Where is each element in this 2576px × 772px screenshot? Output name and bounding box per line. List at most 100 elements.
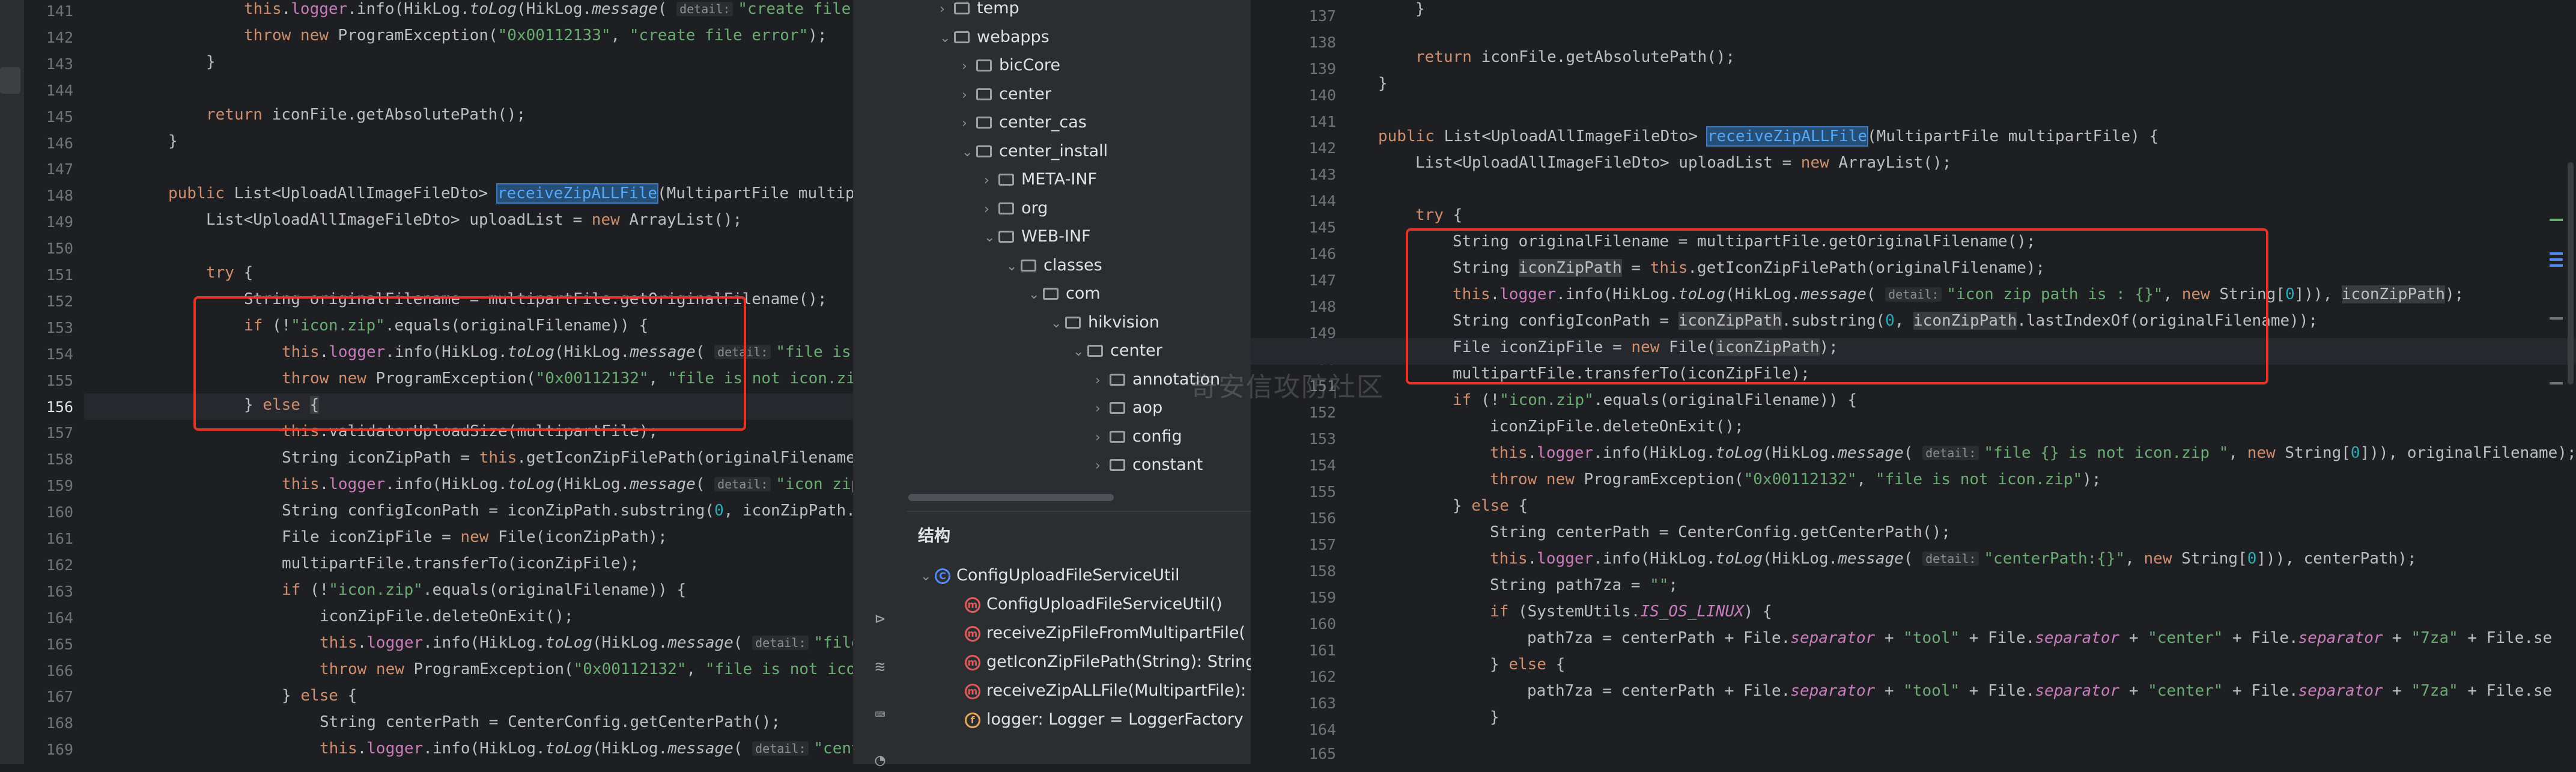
chevron-right-icon[interactable]: › (1095, 401, 1110, 416)
annotation-box-left (193, 296, 746, 431)
chevron-right-icon[interactable]: › (962, 88, 976, 103)
line-number: 145 (1308, 219, 1336, 236)
code-line-141: this.logger.info(HikLog.toLog(HikLog.mes… (244, 0, 851, 18)
tree-item[interactable]: ⌄ classes (1006, 256, 1102, 275)
line-number: 142 (46, 28, 73, 46)
structure-class[interactable]: ⌄ C ConfigUploadFileServiceUtil (920, 566, 1180, 585)
structure-member[interactable]: m receiveZipFileFromMultipartFile( (965, 624, 1245, 642)
chevron-down-icon[interactable]: ⌄ (940, 31, 954, 46)
chevron-down-icon[interactable]: ⌄ (1073, 344, 1087, 359)
code-line-159: this.logger.info(HikLog.toLog(HikLog.mes… (282, 475, 853, 493)
line-number: 146 (1308, 245, 1336, 263)
method-icon: m (965, 597, 980, 613)
code-line-163: if (!"icon.zip".equals(originalFilename)… (282, 581, 687, 599)
folder-icon (976, 117, 992, 129)
editor-scrollbar-thumb[interactable] (2568, 162, 2574, 384)
line-number: 157 (46, 424, 73, 442)
structure-member-label: receiveZipFileFromMultipartFile( (986, 624, 1245, 642)
tree-item-label: temp (977, 0, 1019, 17)
rcode-line-154: this.logger.info(HikLog.toLog(HikLog.mes… (1490, 444, 2576, 462)
line-number: 152 (46, 292, 73, 310)
structure-member[interactable]: f logger: Logger = LoggerFactory (965, 710, 1244, 729)
chevron-right-icon[interactable]: › (1095, 458, 1110, 473)
line-number: 157 (1308, 536, 1336, 553)
chevron-right-icon[interactable]: › (962, 59, 976, 74)
line-number: 144 (46, 81, 73, 99)
chevron-right-icon[interactable]: › (1095, 430, 1110, 445)
tree-item[interactable]: › org (984, 199, 1048, 217)
chevron-right-icon[interactable]: › (984, 202, 998, 217)
folder-icon (976, 88, 992, 100)
chevron-down-icon[interactable]: ⌄ (1006, 259, 1021, 274)
tree-item[interactable]: ⌄ center_install (962, 142, 1108, 160)
line-number: 143 (46, 55, 73, 73)
rcode-line-156: } else { (1453, 497, 1528, 515)
chevron-down-icon[interactable]: ⌄ (920, 569, 935, 584)
chevron-right-icon[interactable]: › (984, 173, 998, 188)
tree-item[interactable]: › center (962, 85, 1051, 103)
line-number: 145 (46, 108, 73, 126)
chevron-right-icon[interactable]: › (940, 2, 954, 17)
rcode-line-163: path7za = centerPath + File.separator + … (1527, 682, 2553, 700)
problems-icon[interactable]: ◔ (868, 748, 892, 772)
rcode-line-153: iconZipFile.deleteOnExit(); (1490, 418, 1744, 436)
tree-scrollbar[interactable] (908, 494, 1114, 501)
tree-item[interactable]: › aop (1095, 398, 1162, 417)
chevron-right-icon[interactable]: › (1095, 373, 1110, 388)
chevron-right-icon[interactable]: › (962, 116, 976, 131)
folder-icon (998, 231, 1014, 243)
structure-member[interactable]: m receiveZipALLFile(MultipartFile): (965, 681, 1246, 700)
layers-icon[interactable]: ≋ (868, 655, 892, 679)
tree-item[interactable]: ⌄ center (1073, 341, 1162, 360)
chevron-down-icon[interactable]: ⌄ (1028, 287, 1043, 302)
strip-marker (0, 67, 20, 94)
field-icon: f (965, 713, 980, 728)
tree-item[interactable]: ⌄ hikvision (1051, 313, 1159, 332)
line-number: 161 (1308, 642, 1336, 659)
folder-icon (1021, 259, 1036, 272)
folder-icon (1065, 316, 1081, 329)
left-code-editor[interactable]: 141 142 143 144 145 146 147 148 149 150 151 152 153 1… (24, 0, 853, 764)
code-line-168: String centerPath = CenterConfig.getCent… (320, 713, 781, 731)
code-line-161: File iconZipFile = new File(iconZipPath)… (282, 528, 667, 546)
tree-item[interactable]: › constant (1095, 455, 1203, 474)
code-line-169: this.logger.info(HikLog.toLog(HikLog.mes… (320, 740, 853, 758)
tree-item[interactable]: › center_cas (962, 113, 1087, 132)
structure-member[interactable]: m ConfigUploadFileServiceUtil() (965, 595, 1223, 613)
structure-member[interactable]: m getIconZipFilePath(String): String (965, 652, 1251, 671)
chevron-down-icon[interactable]: ⌄ (984, 230, 998, 245)
chevron-down-icon[interactable]: ⌄ (962, 145, 976, 160)
method-icon: m (965, 684, 980, 699)
structure-class-name: ConfigUploadFileServiceUtil (956, 566, 1180, 585)
chevron-down-icon[interactable]: ⌄ (1051, 316, 1065, 331)
code-line-160: String configIconPath = iconZipPath.subs… (282, 502, 853, 520)
line-number: 164 (46, 609, 73, 627)
right-code-editor[interactable]: 137 138 139 140 141 142 143 144 145 146 147 148 149 1… (1251, 0, 2576, 764)
line-number: 162 (46, 556, 73, 574)
services-icon[interactable]: ⊳ (868, 607, 892, 631)
line-number: 146 (46, 134, 73, 152)
terminal-icon[interactable]: ⌨ (868, 703, 892, 727)
folder-icon (954, 2, 970, 14)
structure-member-label: ConfigUploadFileServiceUtil() (986, 595, 1223, 613)
line-number: 165 (46, 635, 73, 653)
line-number: 151 (46, 266, 73, 284)
rcode-line-139: return iconFile.getAbsolutePath(); (1415, 48, 1736, 66)
tree-item[interactable]: › config (1095, 427, 1182, 446)
tree-item[interactable]: ⌄ webapps (940, 28, 1050, 46)
tree-item[interactable]: ⌄ WEB-INF (984, 227, 1091, 246)
line-number: 154 (46, 345, 73, 363)
rcode-line-155: throw new ProgramException("0x00112132",… (1490, 470, 2101, 488)
tree-item-label: bicCore (999, 56, 1060, 74)
tree-item[interactable]: › META-INF (984, 170, 1097, 189)
class-icon: C (935, 568, 950, 584)
tree-item-label: classes (1043, 255, 1102, 275)
rcode-line-145: try { (1415, 206, 1463, 224)
code-line-146: } (168, 132, 178, 150)
code-line-158: String iconZipPath = this.getIconZipFile… (282, 449, 853, 467)
tree-item[interactable]: ⌄ com (1028, 284, 1101, 303)
tree-item[interactable]: › temp (940, 0, 1019, 17)
tree-item[interactable]: › bicCore (962, 56, 1060, 74)
tree-item-label: config (1132, 427, 1182, 446)
line-number: 156 (46, 398, 73, 416)
